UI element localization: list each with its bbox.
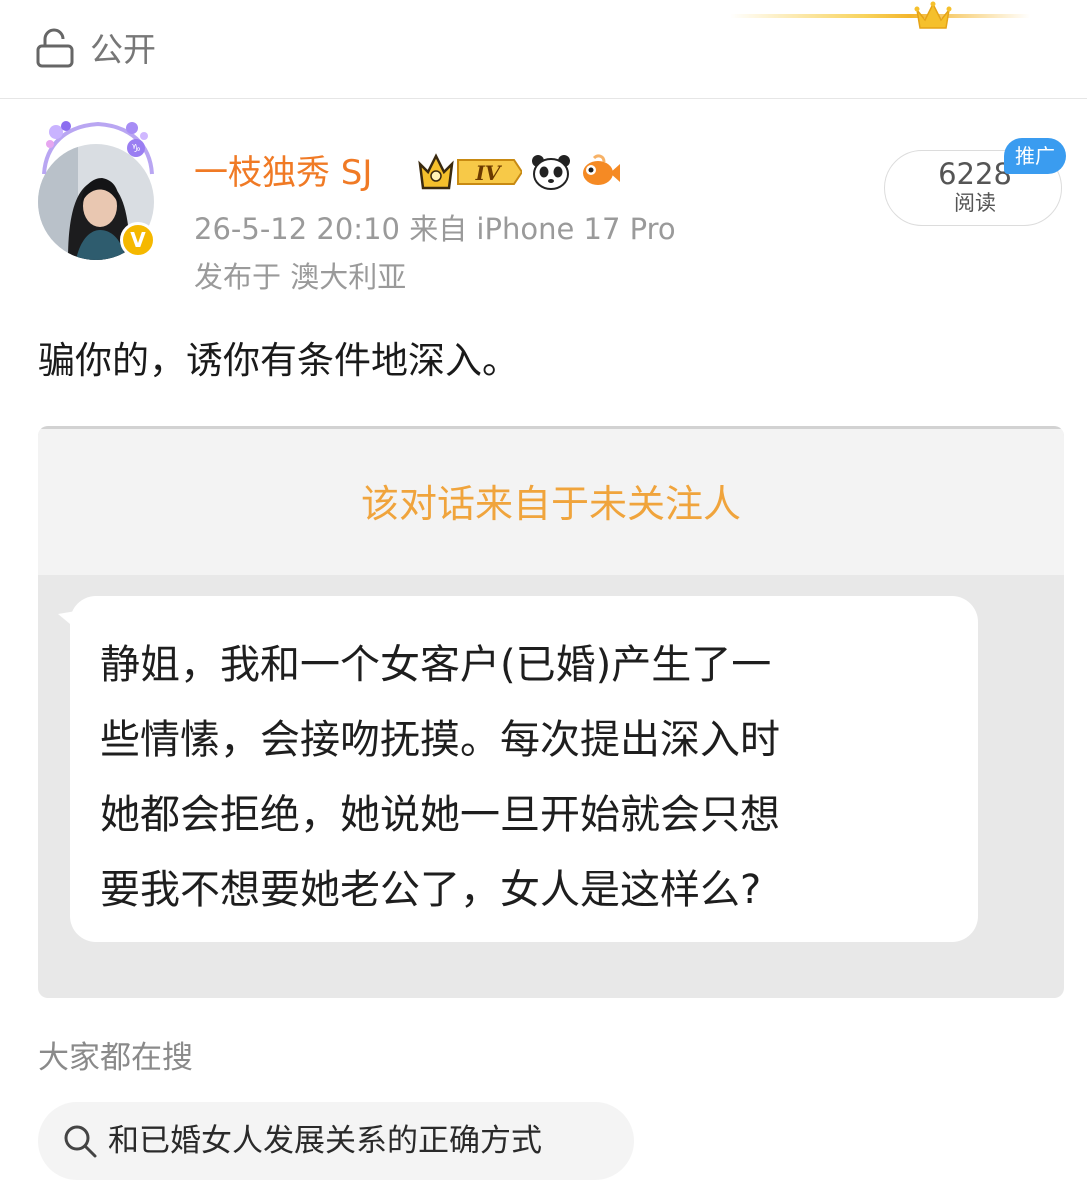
post-text: 骗你的，诱你有条件地深入。 [38, 339, 519, 382]
visibility-label[interactable]: 公开 [90, 26, 156, 74]
author-name[interactable]: 一枝独秀 SJ [194, 148, 372, 198]
top-bar: 公开 [0, 0, 1087, 99]
post-image[interactable]: 该对话来自于未关注人 静姐，我和一个女客户(已婚)产生了一 些情愫，会接吻抚摸。… [38, 426, 1064, 998]
message-line: 她都会拒绝，她说她一旦开始就会只想 [100, 792, 780, 838]
trending-search-heading: 大家都在搜 [38, 1040, 193, 1076]
decorative-line [730, 14, 1030, 18]
post-timestamp: 26-5-12 20:10 来自 iPhone 17 Pro [194, 212, 676, 246]
embed-header: 该对话来自于未关注人 [38, 426, 1064, 575]
avatar-frame-decoration: ♑ [42, 121, 154, 175]
lock-icon [36, 28, 74, 68]
trending-search-query: 和已婚女人发展关系的正确方式 [108, 1123, 542, 1159]
message-line: 些情愫，会接吻抚摸。每次提出深入时 [100, 717, 780, 763]
panda-icon[interactable] [530, 152, 572, 192]
post-location: 发布于 澳大利亚 [194, 260, 407, 294]
promo-tag[interactable]: 推广 [1004, 138, 1066, 174]
message-line: 要我不想要她老公了，女人是这样么? [100, 867, 762, 913]
author-badges: IV [418, 150, 622, 194]
read-label: 阅读 [954, 191, 996, 215]
message-text: 静姐，我和一个女客户(已婚)产生了一 些情愫，会接吻抚摸。每次提出深入时 她都会… [100, 628, 960, 928]
crown-icon [914, 1, 952, 29]
verified-badge: V [120, 222, 156, 258]
embed-notice: 该对话来自于未关注人 [360, 482, 741, 526]
search-icon [64, 1125, 97, 1158]
crown-level-icon[interactable]: IV [418, 152, 522, 192]
level-badge-text: IV [475, 161, 503, 185]
fish-icon[interactable] [580, 152, 622, 192]
svg-text:♑: ♑ [131, 142, 141, 155]
trending-search-chip[interactable]: 和已婚女人发展关系的正确方式 [38, 1102, 634, 1180]
message-line: 静姐，我和一个女客户(已婚)产生了一 [100, 642, 772, 688]
